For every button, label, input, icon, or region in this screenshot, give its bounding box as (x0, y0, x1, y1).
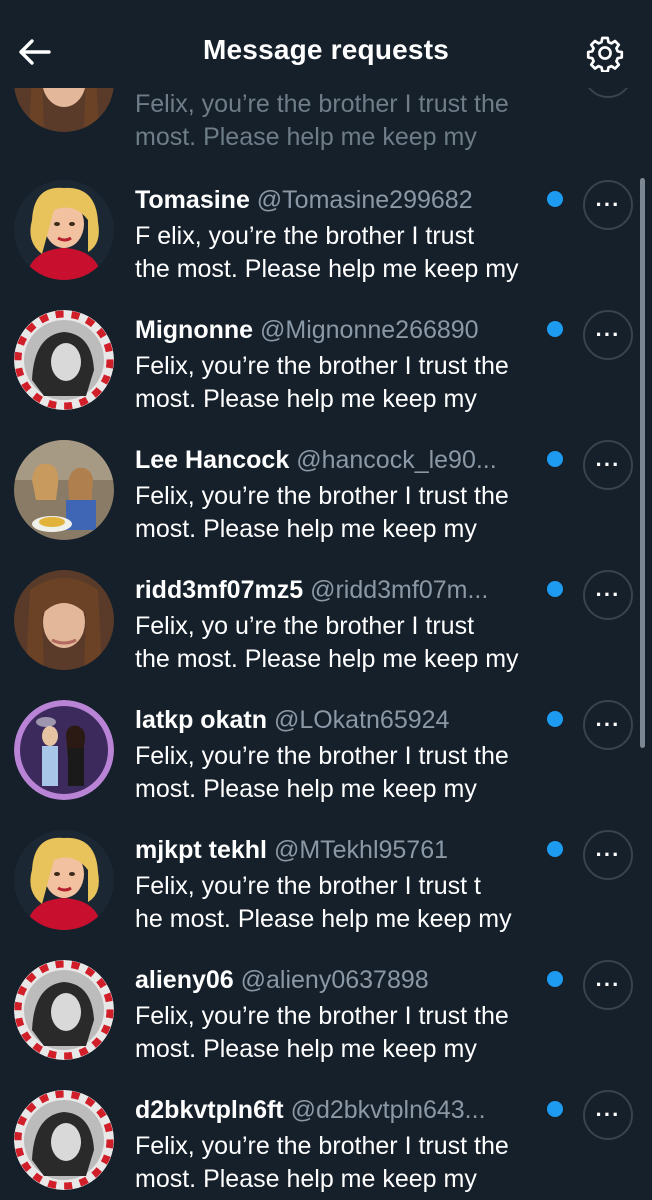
avatar (14, 570, 114, 670)
cartoon-woman-icon (14, 830, 114, 930)
user-handle: @hancock_le90... (296, 446, 497, 474)
more-options-button[interactable]: ··· (583, 440, 633, 490)
user-handle: @LOkatn65924 (273, 706, 450, 734)
more-options-button[interactable]: ··· (583, 960, 633, 1010)
unread-dot-icon (547, 841, 563, 857)
message-preview: Felix, you’re the brother I trust the mo… (135, 1002, 509, 1063)
unread-dot-icon (547, 1101, 563, 1117)
message-preview: Felix, you’re the brother I trust the mo… (135, 742, 509, 803)
sender-name-line: Mignonne @Mignonne266890 (135, 314, 530, 346)
list-item[interactable]: latkp okatn @LOkatn65924 Felix, you’re t… (0, 692, 652, 822)
avatar (14, 830, 114, 930)
top-app-bar: Message requests (0, 0, 652, 88)
list-item[interactable]: mjkpt tekhl @MTekhl95761 Felix, you’re t… (0, 822, 652, 952)
list-item[interactable]: Mignonne @Mignonne266890 Felix, you’re t… (0, 302, 652, 432)
display-name: ridd3mf07mz5 (135, 576, 304, 604)
message-preview: Felix, you’re the brother I trust the mo… (135, 482, 509, 543)
list-item[interactable]: d2bkvtpln6ft @d2bkvtpln643... Felix, you… (0, 1082, 652, 1200)
message-preview: Felix, you’re the brother I trust the mo… (135, 352, 509, 413)
bubble-couple-photo-icon (14, 700, 114, 800)
candy-cane-frame-portrait-icon (14, 310, 114, 410)
unread-dot-icon (547, 451, 563, 467)
sender-name-line: ridd3mf07mz5 @ridd3mf07m... (135, 574, 530, 606)
avatar (14, 960, 114, 1060)
sender-name-line: latkp okatn @LOkatn65924 (135, 704, 530, 736)
scrollbar[interactable] (640, 178, 645, 748)
sender-name-line: d2bkvtpln6ft @d2bkvtpln643... (135, 1094, 530, 1126)
message-request-list: Felix, you’re the brother I trust the mo… (0, 0, 652, 1200)
more-options-button[interactable]: ··· (583, 570, 633, 620)
display-name: mjkpt tekhl (135, 836, 267, 864)
unread-dot-icon (547, 971, 563, 987)
sender-name-line: alieny06 @alieny0637898 (135, 964, 530, 996)
candy-cane-frame-portrait-icon (14, 1090, 114, 1190)
more-options-button[interactable]: ··· (583, 830, 633, 880)
settings-button[interactable] (584, 32, 626, 74)
avatar (14, 180, 114, 280)
page-title: Message requests (203, 34, 449, 65)
user-handle: @Tomasine299682 (256, 186, 473, 214)
display-name: latkp okatn (135, 706, 267, 734)
message-preview: Felix, you’re the brother I trust the mo… (135, 1132, 509, 1193)
gear-icon (586, 36, 624, 72)
display-name: alieny06 (135, 966, 234, 994)
more-options-button[interactable]: ··· (583, 700, 633, 750)
avatar (14, 440, 114, 540)
unread-dot-icon (547, 581, 563, 597)
display-name: Mignonne (135, 316, 254, 344)
message-preview: Felix, yo u’re the brother I trust the m… (135, 612, 519, 673)
avatar (14, 310, 114, 410)
list-item[interactable]: Tomasine @Tomasine299682 F elix, you’re … (0, 172, 652, 302)
candy-cane-frame-portrait-icon (14, 960, 114, 1060)
display-name: d2bkvtpln6ft (135, 1096, 284, 1124)
message-preview: F elix, you’re the brother I trust the m… (135, 222, 519, 283)
list-item[interactable]: Lee Hancock @hancock_le90... Felix, you’… (0, 432, 652, 562)
woman-portrait-icon (14, 570, 114, 670)
display-name: Tomasine (135, 186, 250, 214)
sender-name-line: mjkpt tekhl @MTekhl95761 (135, 834, 530, 866)
display-name: Lee Hancock (135, 446, 290, 474)
list-item[interactable]: ridd3mf07mz5 @ridd3mf07m... Felix, yo u’… (0, 562, 652, 692)
user-handle: @MTekhl95761 (273, 836, 449, 864)
sender-name-line: Lee Hancock @hancock_le90... (135, 444, 530, 476)
avatar (14, 700, 114, 800)
cartoon-woman-icon (14, 180, 114, 280)
more-options-button[interactable]: ··· (583, 1090, 633, 1140)
avatar (14, 1090, 114, 1190)
sender-name-line: Tomasine @Tomasine299682 (135, 184, 530, 216)
user-handle: @Mignonne266890 (259, 316, 479, 344)
user-handle: @alieny0637898 (240, 966, 429, 994)
unread-dot-icon (547, 711, 563, 727)
list-item[interactable]: alieny06 @alieny0637898 Felix, you’re th… (0, 952, 652, 1082)
more-options-button[interactable]: ··· (583, 180, 633, 230)
unread-dot-icon (547, 191, 563, 207)
message-preview: Felix, you’re the brother I trust the mo… (135, 90, 509, 151)
more-options-button[interactable]: ··· (583, 310, 633, 360)
user-handle: @d2bkvtpln643... (290, 1096, 486, 1124)
unread-dot-icon (547, 321, 563, 337)
message-preview: Felix, you’re the brother I trust t he m… (135, 872, 512, 933)
kids-photo-icon (14, 440, 114, 540)
user-handle: @ridd3mf07m... (310, 576, 489, 604)
